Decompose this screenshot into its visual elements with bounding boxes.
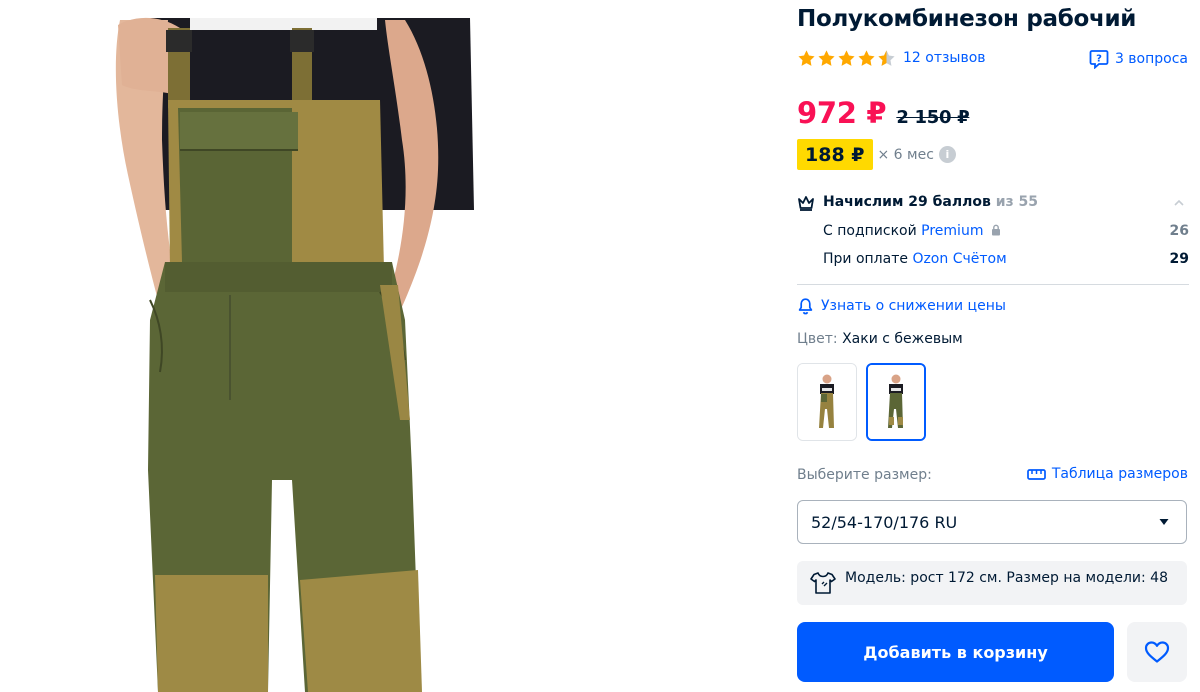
points-header[interactable]: Начислим 29 баллов из 55: [797, 193, 1189, 215]
premium-link[interactable]: Premium: [921, 223, 983, 239]
points-title: Начислим 29 баллов из 55: [823, 194, 1038, 210]
questions-label: 3 вопроса: [1114, 51, 1188, 67]
installment-row[interactable]: 188 ₽ × 6 мес i: [797, 139, 956, 170]
subscription-label: С подпиской: [823, 223, 917, 239]
size-label: Выберите размер:: [797, 467, 932, 483]
size-table-label: Таблица размеров: [1051, 466, 1188, 482]
favorite-button[interactable]: [1127, 622, 1187, 682]
installment-term: × 6 мес: [877, 146, 934, 163]
caret-down-icon: [1159, 519, 1169, 525]
chevron-up-icon[interactable]: [1173, 197, 1185, 209]
model-info-text: Модель: рост 172 см. Размер на модели: 4…: [845, 570, 1168, 586]
info-icon[interactable]: i: [938, 146, 956, 163]
points-title-text: Начислим 29 баллов: [823, 194, 991, 210]
subscription-points-value: 26: [1169, 223, 1189, 239]
color-label: Цвет:: [797, 331, 838, 347]
size-select-value: 52/54-170/176 RU: [811, 513, 958, 532]
question-bubble-icon: ?: [1089, 50, 1109, 69]
questions-link[interactable]: ? 3 вопроса: [1089, 49, 1188, 69]
star-icon: [818, 50, 835, 66]
points-of-label: из 55: [995, 194, 1039, 210]
pay-points-value: 29: [1169, 251, 1189, 267]
reviews-link[interactable]: 12 отзывов: [903, 50, 986, 66]
color-swatch[interactable]: [797, 363, 857, 441]
rating-row: 12 отзывов ? 3 вопроса: [797, 48, 1189, 70]
shirt-icon: [810, 572, 836, 594]
product-photo[interactable]: [0, 0, 770, 692]
product-info-panel: Полукомбинезон рабочий 12 отзывов ? 3 во…: [797, 0, 1189, 692]
svg-text:?: ?: [1096, 54, 1102, 65]
divider: [797, 284, 1189, 285]
star-icon: [858, 50, 875, 66]
color-row: Цвет: Хаки с бежевым: [797, 331, 963, 347]
points-pay-row: При оплате Ozon Счётом 29: [823, 251, 1189, 271]
price-drop-notify-label: Узнать о снижении цены: [821, 298, 1006, 314]
price-drop-notify-link[interactable]: Узнать о снижении цены: [797, 297, 1006, 315]
price-row: 972 ₽ 2 150 ₽: [797, 96, 970, 132]
heart-icon: [1144, 641, 1170, 663]
installment-badge: 188 ₽: [797, 139, 873, 170]
star-icon: [838, 50, 855, 66]
ruler-icon: [1026, 469, 1046, 480]
color-swatch-selected[interactable]: [866, 363, 926, 441]
product-title: Полукомбинезон рабочий: [797, 6, 1137, 32]
color-value: Хаки с бежевым: [842, 331, 963, 347]
lock-icon: [991, 224, 1000, 236]
size-table-link[interactable]: Таблица размеров: [1026, 466, 1188, 482]
star-icon: [798, 50, 815, 66]
size-select[interactable]: 52/54-170/176 RU: [797, 500, 1187, 544]
pay-label: При оплате: [823, 251, 908, 267]
ozon-account-link[interactable]: Ozon Счётом: [912, 251, 1006, 267]
old-price: 2 150 ₽: [896, 107, 970, 128]
current-price: 972 ₽: [797, 96, 887, 130]
points-subscription-row: С подпиской Premium 26: [823, 223, 1189, 243]
swatch-thumbnail: [798, 364, 856, 440]
swatch-thumbnail: [868, 365, 924, 439]
add-to-cart-button[interactable]: Добавить в корзину: [797, 622, 1114, 682]
bell-icon: [798, 298, 813, 315]
rating-stars[interactable]: [797, 49, 896, 68]
model-info-box: Модель: рост 172 см. Размер на модели: 4…: [797, 561, 1187, 605]
crown-icon: [798, 196, 814, 211]
half-star-icon: [878, 50, 895, 66]
product-photo-image: [115, 17, 474, 692]
